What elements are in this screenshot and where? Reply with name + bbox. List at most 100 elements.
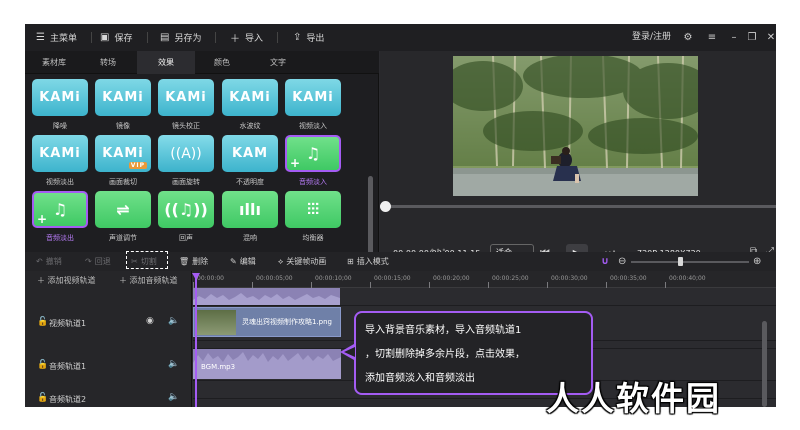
- thumbnail-graphic: ((A)): [170, 145, 202, 162]
- thumbnail-graphic: KAMi: [292, 90, 334, 105]
- audio-track-1-label: 音频轨道1: [49, 362, 87, 371]
- gear-icon[interactable]: ⚙: [681, 24, 695, 51]
- keyframe-button[interactable]: ⟡ 关键帧动画: [278, 252, 326, 271]
- video-clip-name: 灵魂出窍视频制作攻略1.png: [242, 318, 333, 326]
- effect-item[interactable]: KAMi 水波纹: [221, 79, 279, 131]
- effect-item[interactable]: KAMi 镜头校正: [157, 79, 215, 131]
- track-headers: ＋ 添加视频轨道 ＋ 添加音频轨道 🔓 视频轨道1 ◉ 🔈 🔓 音频轨道1 🔈 …: [25, 271, 192, 407]
- audio-clip[interactable]: BGM.mp3: [193, 349, 341, 379]
- effect-thumbnail: ⇌: [95, 191, 151, 228]
- volume-icon[interactable]: 🔈: [168, 392, 179, 402]
- effect-thumbnail: ♫ +: [32, 191, 88, 228]
- edit-button[interactable]: ✎ 编辑: [230, 252, 256, 271]
- save-as-button[interactable]: ▤ 另存为: [160, 24, 201, 51]
- callout-line-1: 导入背景音乐素材，导入音频轨道1: [365, 325, 522, 336]
- effect-label: 均衡器: [302, 234, 324, 242]
- eye-icon[interactable]: ◉: [146, 316, 154, 326]
- effect-label: 回声: [179, 234, 193, 242]
- main-menu-button[interactable]: ☰ 主菜单: [36, 24, 77, 51]
- undo-icon: ↶: [36, 257, 43, 266]
- effect-item[interactable]: ⫶⫶⫶ 均衡器: [284, 191, 342, 243]
- lock-icon[interactable]: 🔓: [37, 317, 48, 327]
- effect-item[interactable]: ⇌ 声道调节: [94, 191, 152, 243]
- tab-media[interactable]: 素材库: [25, 51, 83, 74]
- insert-mode-icon: ⊞: [347, 257, 354, 266]
- restore-icon[interactable]: ❐: [745, 24, 759, 51]
- effect-label: 音频淡出: [46, 234, 74, 242]
- effect-item[interactable]: ıllı 混响: [221, 191, 279, 243]
- library-tabs: 素材库 转场 效果 颜色 文字: [25, 51, 379, 74]
- effect-thumbnail: KAMi: [32, 79, 88, 116]
- zoom-out-icon[interactable]: ⊖: [618, 252, 626, 271]
- effect-thumbnail: ((♫)): [158, 191, 214, 228]
- import-button[interactable]: ＋ 导入: [230, 24, 263, 51]
- zoom-slider-handle[interactable]: [678, 257, 683, 266]
- lock-icon[interactable]: 🔓: [37, 393, 48, 403]
- effect-thumbnail: KAMi: [95, 79, 151, 116]
- plus-icon: ＋: [230, 34, 240, 45]
- timeline-scrollbar[interactable]: [762, 321, 767, 407]
- timeline-ruler[interactable]: 00:00:00 00:00:05;00 00:00:10;00 00:00:15;0…: [193, 271, 776, 288]
- delete-button[interactable]: 🗑 删除: [179, 252, 208, 271]
- ruler-tick-label: 00:00:05;00: [256, 275, 293, 282]
- volume-icon[interactable]: 🔈: [168, 316, 179, 326]
- add-effect-icon[interactable]: +: [290, 156, 300, 170]
- redo-icon: ↷: [85, 257, 92, 266]
- volume-icon[interactable]: 🔈: [168, 359, 179, 369]
- ruler-tick-label: 00:00:00: [197, 275, 224, 282]
- thumbnail-graphic: KAMi: [229, 90, 271, 105]
- magnet-icon[interactable]: ∪: [601, 252, 609, 271]
- audio-track-2-label: 音频轨道2: [49, 395, 87, 404]
- tab-effects[interactable]: 效果: [137, 51, 195, 74]
- ruler-tick-label: 00:00:35;00: [610, 275, 647, 282]
- thumbnail-graphic: KAMi: [165, 90, 207, 105]
- effect-item[interactable]: ♫ + 音频淡出: [31, 191, 89, 243]
- add-video-track-button[interactable]: ＋ 添加视频轨道: [37, 275, 96, 286]
- effect-label: 不透明度: [236, 178, 264, 186]
- audio-clip-segment[interactable]: [193, 288, 340, 305]
- effect-item[interactable]: ((A)) 画面旋转: [157, 135, 215, 187]
- preview-panel: 00:00:00/00:00:11:15 适合 ⌄ ⏮ ▶ ⏭ 720P 128…: [380, 51, 776, 271]
- close-icon[interactable]: ✕: [764, 24, 776, 51]
- playhead-line[interactable]: [195, 273, 197, 407]
- effect-item[interactable]: KAM 不透明度: [221, 135, 279, 187]
- add-audio-track-button[interactable]: ＋ 添加音频轨道: [119, 275, 178, 286]
- tab-color[interactable]: 颜色: [193, 51, 251, 74]
- effect-item[interactable]: KAMi 镜像: [94, 79, 152, 131]
- effect-label: 画面裁切: [109, 178, 137, 186]
- lock-icon[interactable]: 🔓: [37, 360, 48, 370]
- effect-item[interactable]: KAMi 降噪: [31, 79, 89, 131]
- effect-item[interactable]: KAMi 视频淡入: [284, 79, 342, 131]
- scrubber-handle[interactable]: [380, 201, 391, 212]
- menu-icon: ☰: [36, 32, 45, 43]
- video-clip[interactable]: 灵魂出窍视频制作攻略1.png: [193, 307, 341, 337]
- playback-scrubber[interactable]: [380, 205, 776, 208]
- undo-button[interactable]: ↶ 撤销: [36, 252, 62, 271]
- effect-item[interactable]: ((♫)) 回声: [157, 191, 215, 243]
- login-register-link[interactable]: 登录/注册: [632, 24, 671, 51]
- menu-icon[interactable]: ≡: [705, 24, 719, 51]
- effect-item[interactable]: KAMi VIP 画面裁切: [94, 135, 152, 187]
- zoom-in-icon[interactable]: ⊕: [753, 252, 761, 271]
- zoom-slider[interactable]: [631, 261, 749, 263]
- clip-thumbnail: [196, 310, 236, 335]
- effect-item[interactable]: KAMi 视频淡出: [31, 135, 89, 187]
- thumbnail-graphic: KAMi: [102, 90, 144, 105]
- redo-button[interactable]: ↷ 回退: [85, 252, 111, 271]
- export-button[interactable]: ⇪ 导出: [293, 24, 324, 51]
- ruler-tick-label: 00:00:10;00: [315, 275, 352, 282]
- insert-mode-button[interactable]: ⊞ 插入模式: [347, 252, 389, 271]
- tab-transition[interactable]: 转场: [79, 51, 137, 74]
- ruler-tick-label: 00:00:25;00: [492, 275, 529, 282]
- effect-item[interactable]: ♫ + 音频淡入: [284, 135, 342, 187]
- video-track-1-label: 视频轨道1: [49, 319, 87, 328]
- thumbnail-graphic: ((♫)): [164, 200, 208, 219]
- save-button[interactable]: ▣ 保存: [100, 24, 132, 51]
- minimize-icon[interactable]: –: [727, 24, 741, 51]
- video-preview: [453, 56, 698, 196]
- library-panel: 素材库 转场 效果 颜色 文字 KAMi 降噪 KAMi 镜像 KAMi 镜头校正 KAMi…: [25, 51, 379, 271]
- thumbnail-graphic: ♫: [52, 200, 68, 219]
- add-effect-icon[interactable]: +: [37, 212, 47, 226]
- ruler-tick-label: 00:00:15;00: [374, 275, 411, 282]
- tab-text[interactable]: 文字: [249, 51, 307, 74]
